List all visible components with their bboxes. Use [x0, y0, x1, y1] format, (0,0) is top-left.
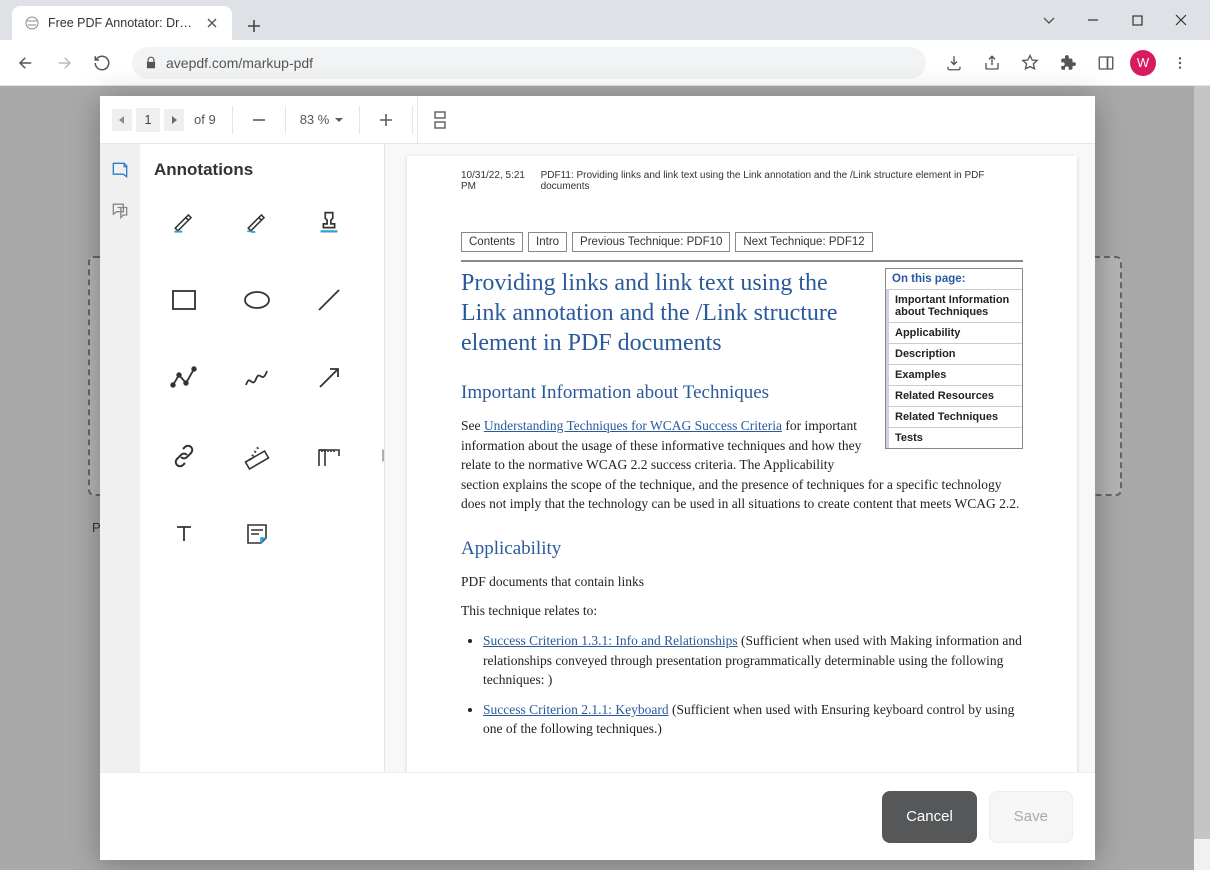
pdf-editor-modal: of 9 83 % Annotations [100, 96, 1095, 860]
browser-toolbar: avepdf.com/markup-pdf W [0, 40, 1210, 86]
reload-button[interactable] [86, 47, 118, 79]
cancel-button[interactable]: Cancel [882, 791, 977, 843]
tab-favicon-icon [24, 15, 40, 31]
kebab-menu-icon[interactable] [1166, 49, 1194, 77]
pdf-nav-next: Next Technique: PDF12 [735, 232, 872, 252]
pdf-app-para: PDF documents that contain links [461, 572, 1023, 592]
text-tool[interactable] [160, 510, 208, 558]
page-number-input[interactable] [136, 108, 160, 132]
pdf-toc: On this page: Important Information abou… [885, 268, 1023, 449]
annotation-tab[interactable] [106, 156, 134, 184]
minimize-button[interactable] [1082, 9, 1104, 31]
rectangle-tool[interactable] [160, 276, 208, 324]
polyline-ruler-tool[interactable] [305, 432, 353, 480]
window-controls [1020, 0, 1210, 40]
profile-avatar[interactable]: W [1130, 50, 1156, 76]
polyline-tool[interactable] [160, 354, 208, 402]
url-text: avepdf.com/markup-pdf [166, 55, 313, 71]
pdf-sc-list: Success Criterion 1.3.1: Info and Relati… [461, 631, 1023, 739]
ruler-tool[interactable] [233, 432, 281, 480]
zoom-dropdown[interactable]: 83 % [290, 96, 356, 143]
next-page-button[interactable] [164, 109, 184, 131]
pdf-nav-contents: Contents [461, 232, 523, 252]
arrow-tool[interactable] [305, 354, 353, 402]
editor-toolbar: of 9 83 % [100, 96, 1095, 144]
stamp-tool[interactable] [305, 198, 353, 246]
window-scrollbar[interactable] [1194, 86, 1210, 870]
share-icon[interactable] [978, 49, 1006, 77]
browser-tab[interactable]: Free PDF Annotator: Draw, Hig [12, 6, 232, 40]
pdf-h2-applicability: Applicability [461, 538, 1023, 560]
bookmark-star-icon[interactable] [1016, 49, 1044, 77]
freehand-tool[interactable] [233, 354, 281, 402]
save-button[interactable]: Save [989, 791, 1073, 843]
close-window-button[interactable] [1170, 9, 1192, 31]
lock-icon [144, 56, 158, 70]
pdf-relates-intro: This technique relates to: [461, 601, 1023, 621]
editor-footer: Cancel Save [100, 772, 1095, 860]
ellipse-tool[interactable] [233, 276, 281, 324]
install-app-icon[interactable] [940, 49, 968, 77]
pdf-header-title: PDF11: Providing links and link text usi… [541, 170, 1023, 192]
back-button[interactable] [10, 47, 42, 79]
forward-button[interactable] [48, 47, 80, 79]
annotations-panel: Annotations ┃┃ [140, 144, 385, 772]
document-scroll[interactable]: 10/31/22, 5:21 PM PDF11: Providing links… [385, 144, 1095, 772]
comments-tab[interactable] [106, 196, 134, 224]
pdf-nav-intro: Intro [528, 232, 567, 252]
chevron-down-icon [333, 114, 345, 126]
document-viewport: 10/31/22, 5:21 PM PDF11: Providing links… [385, 144, 1095, 772]
new-tab-button[interactable] [240, 12, 268, 40]
pdf-nav-buttons: Contents Intro Previous Technique: PDF10… [461, 232, 1023, 252]
extensions-icon[interactable] [1054, 49, 1082, 77]
link-tool[interactable] [160, 432, 208, 480]
tab-title: Free PDF Annotator: Draw, Hig [48, 16, 196, 30]
tab-close-button[interactable] [204, 15, 220, 31]
zoom-out-button[interactable] [237, 96, 281, 143]
chevron-down-icon[interactable] [1038, 9, 1060, 31]
panel-title: Annotations [154, 160, 374, 180]
sticky-note-tool[interactable] [233, 510, 281, 558]
maximize-button[interactable] [1126, 9, 1148, 31]
highlighter-tool[interactable] [160, 198, 208, 246]
line-tool[interactable] [305, 276, 353, 324]
pdf-timestamp: 10/31/22, 5:21 PM [461, 170, 541, 192]
address-bar[interactable]: avepdf.com/markup-pdf [132, 47, 926, 79]
sidepanel-icon[interactable] [1092, 49, 1120, 77]
vertical-tab-rail [100, 144, 140, 772]
freehand-highlight-tool[interactable] [233, 198, 281, 246]
prev-page-button[interactable] [112, 109, 132, 131]
pdf-nav-prev: Previous Technique: PDF10 [572, 232, 730, 252]
page-navigator: of 9 [100, 96, 228, 143]
zoom-in-button[interactable] [364, 96, 408, 143]
page-layout-button[interactable] [417, 96, 461, 143]
pdf-page: 10/31/22, 5:21 PM PDF11: Providing links… [407, 156, 1077, 772]
page-of-label: of 9 [194, 112, 216, 127]
